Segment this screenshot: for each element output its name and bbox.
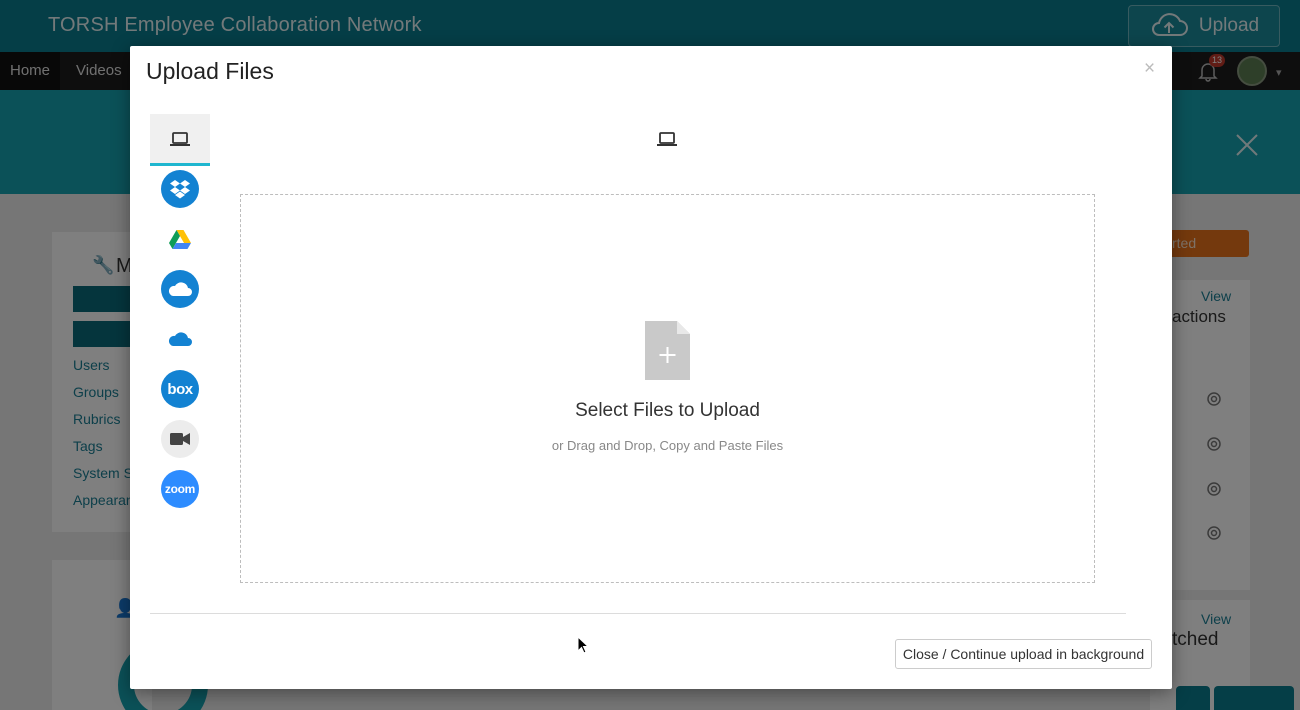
source-box[interactable]: box — [150, 364, 210, 414]
video-camera-icon — [161, 420, 199, 458]
mouse-cursor-icon — [577, 636, 589, 654]
add-file-icon[interactable] — [645, 321, 690, 380]
source-google-drive[interactable] — [150, 214, 210, 264]
drop-zone-subtitle: or Drag and Drop, Copy and Paste Files — [551, 438, 784, 453]
drop-zone-title[interactable]: Select Files to Upload — [241, 400, 1094, 422]
onedrive-icon — [161, 270, 199, 308]
google-drive-icon — [169, 229, 191, 249]
source-zoom[interactable]: zoom — [150, 464, 210, 514]
close-icon[interactable]: × — [1144, 58, 1155, 80]
upload-files-modal: Upload Files × box zoom Select Files to … — [130, 46, 1172, 689]
source-onedrive-business[interactable] — [150, 314, 210, 364]
divider — [150, 613, 1126, 614]
laptop-icon — [657, 132, 677, 146]
box-icon: box — [161, 370, 199, 408]
source-webcam[interactable] — [150, 414, 210, 464]
source-dropbox[interactable] — [150, 164, 210, 214]
source-onedrive[interactable] — [150, 264, 210, 314]
zoom-logo-text: zoom — [164, 482, 196, 496]
upload-source-list: box zoom — [150, 114, 210, 514]
onedrive-business-icon — [168, 332, 192, 346]
box-logo-text: box — [167, 380, 193, 398]
zoom-icon: zoom — [161, 470, 199, 508]
file-drop-zone[interactable]: Select Files to Upload or Drag and Drop,… — [240, 194, 1095, 583]
laptop-icon — [170, 132, 190, 146]
close-continue-button[interactable]: Close / Continue upload in background — [895, 639, 1152, 669]
source-my-device[interactable] — [150, 114, 210, 166]
dropbox-icon — [161, 170, 199, 208]
modal-title: Upload Files — [146, 58, 274, 84]
